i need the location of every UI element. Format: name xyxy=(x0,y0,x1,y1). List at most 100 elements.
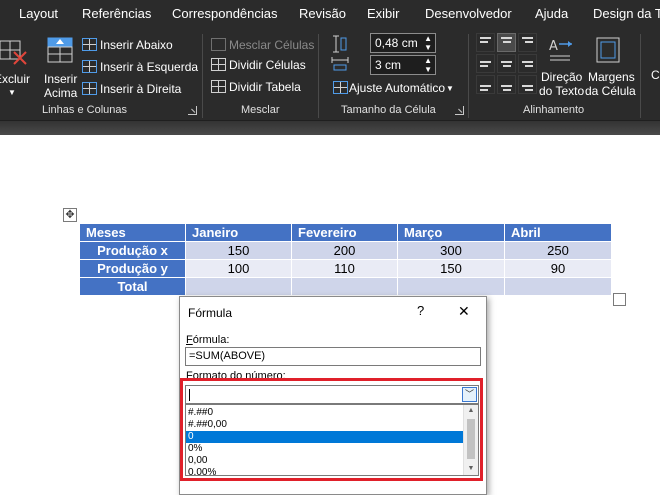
text-direction-button[interactable]: A Direção do Texto xyxy=(538,34,585,98)
table-cell[interactable] xyxy=(291,277,398,296)
table-header-cell[interactable]: Abril xyxy=(504,223,612,242)
insert-below-label: Inserir Abaixo xyxy=(100,38,173,52)
tab-exibir[interactable]: Exibir xyxy=(367,6,400,21)
ribbon-shadow xyxy=(0,121,660,135)
text-direction-icon: A xyxy=(549,39,572,61)
help-button[interactable]: ? xyxy=(417,303,424,318)
tab-correspondencias[interactable]: Correspondências xyxy=(172,6,278,21)
data-table: Meses Janeiro Fevereiro Março Abril Prod… xyxy=(79,223,612,296)
cell-margins-button[interactable]: Margens da Célula xyxy=(584,34,636,98)
table-header-cell[interactable]: Março xyxy=(397,223,505,242)
align-middle-right-button[interactable] xyxy=(518,54,537,73)
tab-revisao[interactable]: Revisão xyxy=(299,6,346,21)
align-bottom-center-button[interactable] xyxy=(497,75,516,94)
table-header-cell[interactable]: Fevereiro xyxy=(291,223,398,242)
align-bottom-right-button[interactable] xyxy=(518,75,537,94)
align-top-center-button[interactable] xyxy=(497,33,516,52)
split-table-button[interactable]: Dividir Tabela xyxy=(211,79,311,95)
spinner-arrows-icon[interactable]: ▲ ▼ xyxy=(424,34,432,52)
row-label-cell[interactable]: Produção y xyxy=(79,259,186,278)
insert-below-icon xyxy=(82,38,97,51)
table-cell[interactable]: 150 xyxy=(397,259,505,278)
table-cell[interactable]: 250 xyxy=(504,241,612,260)
table-cell[interactable]: 90 xyxy=(504,259,612,278)
cut-off-button-label[interactable]: C xyxy=(651,68,660,82)
table-cell[interactable]: 100 xyxy=(185,259,292,278)
autofit-button[interactable]: Ajuste Automático ▼ xyxy=(333,80,458,96)
cell-margins-label-1: Margens xyxy=(588,70,635,84)
separator xyxy=(468,34,469,118)
chevron-down-icon: ▼ xyxy=(8,88,16,97)
spinner-arrows-icon[interactable]: ▲ ▼ xyxy=(424,56,432,74)
column-width-value: 3 cm xyxy=(375,58,402,72)
table-row: Produção y 100 110 150 90 xyxy=(79,259,612,278)
align-top-left-button[interactable] xyxy=(476,33,495,52)
insert-left-icon xyxy=(82,60,97,73)
row-height-input[interactable]: 0,48 cm ▲ ▼ xyxy=(370,33,436,53)
align-middle-left-button[interactable] xyxy=(476,54,495,73)
rows-cols-launcher-icon[interactable] xyxy=(188,106,197,115)
insert-above-label-1: Inserir xyxy=(44,72,78,86)
tab-layout[interactable]: Layout xyxy=(19,6,58,21)
align-bottom-left-button[interactable] xyxy=(476,75,495,94)
insert-left-button[interactable]: Inserir à Esquerda xyxy=(82,59,202,75)
autofit-label: Ajuste Automático xyxy=(349,81,446,95)
insert-right-icon xyxy=(82,82,97,95)
table-header-cell[interactable]: Meses xyxy=(79,223,186,242)
column-width-input[interactable]: 3 cm ▲ ▼ xyxy=(370,55,436,75)
delete-label: Excluir xyxy=(0,72,31,86)
table-header-row: Meses Janeiro Fevereiro Março Abril xyxy=(79,223,612,242)
split-table-icon xyxy=(211,80,226,93)
insert-right-button[interactable]: Inserir à Direita xyxy=(82,81,202,97)
insert-above-button[interactable]: Inserir Acima xyxy=(42,34,78,100)
split-table-label: Dividir Tabela xyxy=(229,80,301,94)
insert-below-button[interactable]: Inserir Abaixo xyxy=(82,37,202,53)
table-cell[interactable] xyxy=(504,277,612,296)
insert-left-label: Inserir à Esquerda xyxy=(100,60,199,74)
table-cell[interactable]: 200 xyxy=(291,241,398,260)
group-label-rows-cols: Linhas e Colunas xyxy=(42,104,128,116)
table-move-handle-icon[interactable]: ✥ xyxy=(63,208,77,222)
svg-text:A: A xyxy=(549,39,558,54)
table-cell[interactable] xyxy=(185,277,292,296)
row-label-cell[interactable]: Total xyxy=(79,277,186,296)
table-cell[interactable]: 300 xyxy=(397,241,505,260)
cell-size-launcher-icon[interactable] xyxy=(455,106,464,115)
tab-design-tabela[interactable]: Design da Ta xyxy=(593,6,660,21)
tab-referencias[interactable]: Referências xyxy=(82,6,151,21)
group-label-alignment: Alinhamento xyxy=(523,104,585,116)
ribbon: Excluir ▼ Inserir Acima Inserir Abaixo I… xyxy=(0,30,660,121)
split-cells-button[interactable]: Dividir Células xyxy=(211,57,311,73)
tab-ajuda[interactable]: Ajuda xyxy=(535,6,568,21)
table-row: Produção x 150 200 300 250 xyxy=(79,241,612,260)
insert-above-icon xyxy=(47,37,73,63)
cell-margins-icon xyxy=(596,37,620,63)
table-cell[interactable] xyxy=(397,277,505,296)
formula-label: Fórmula: xyxy=(186,334,229,346)
row-label-cell[interactable]: Produção x xyxy=(79,241,186,260)
insert-above-label-2: Acima xyxy=(44,86,78,100)
table-header-cell[interactable]: Janeiro xyxy=(185,223,292,242)
close-button[interactable]: ✕ xyxy=(458,303,470,320)
table-cell[interactable]: 110 xyxy=(291,259,398,278)
delete-button[interactable]: Excluir ▼ xyxy=(0,34,31,97)
dialog-title: Fórmula xyxy=(188,306,233,320)
split-cells-label: Dividir Células xyxy=(229,58,306,72)
tab-desenvolvedor[interactable]: Desenvolvedor xyxy=(425,6,512,21)
formula-input[interactable]: =SUM(ABOVE) xyxy=(185,347,481,366)
align-middle-center-button[interactable] xyxy=(497,54,516,73)
column-width-icon xyxy=(331,57,349,71)
formula-label-accesskey: F xyxy=(186,334,193,346)
group-label-cell-size: Tamanho da Célula xyxy=(341,104,436,116)
align-top-right-button[interactable] xyxy=(518,33,537,52)
table-resize-handle[interactable] xyxy=(613,293,626,306)
separator xyxy=(202,34,203,118)
delete-table-icon xyxy=(0,40,27,65)
row-height-icon xyxy=(333,35,347,53)
merge-cells-button[interactable]: Mesclar Células xyxy=(211,37,314,53)
formula-value: =SUM(ABOVE) xyxy=(189,350,266,362)
red-highlight-box xyxy=(180,378,483,481)
table-cell[interactable]: 150 xyxy=(185,241,292,260)
merge-cells-icon xyxy=(211,38,226,51)
text-direction-label-2: do Texto xyxy=(539,84,585,98)
